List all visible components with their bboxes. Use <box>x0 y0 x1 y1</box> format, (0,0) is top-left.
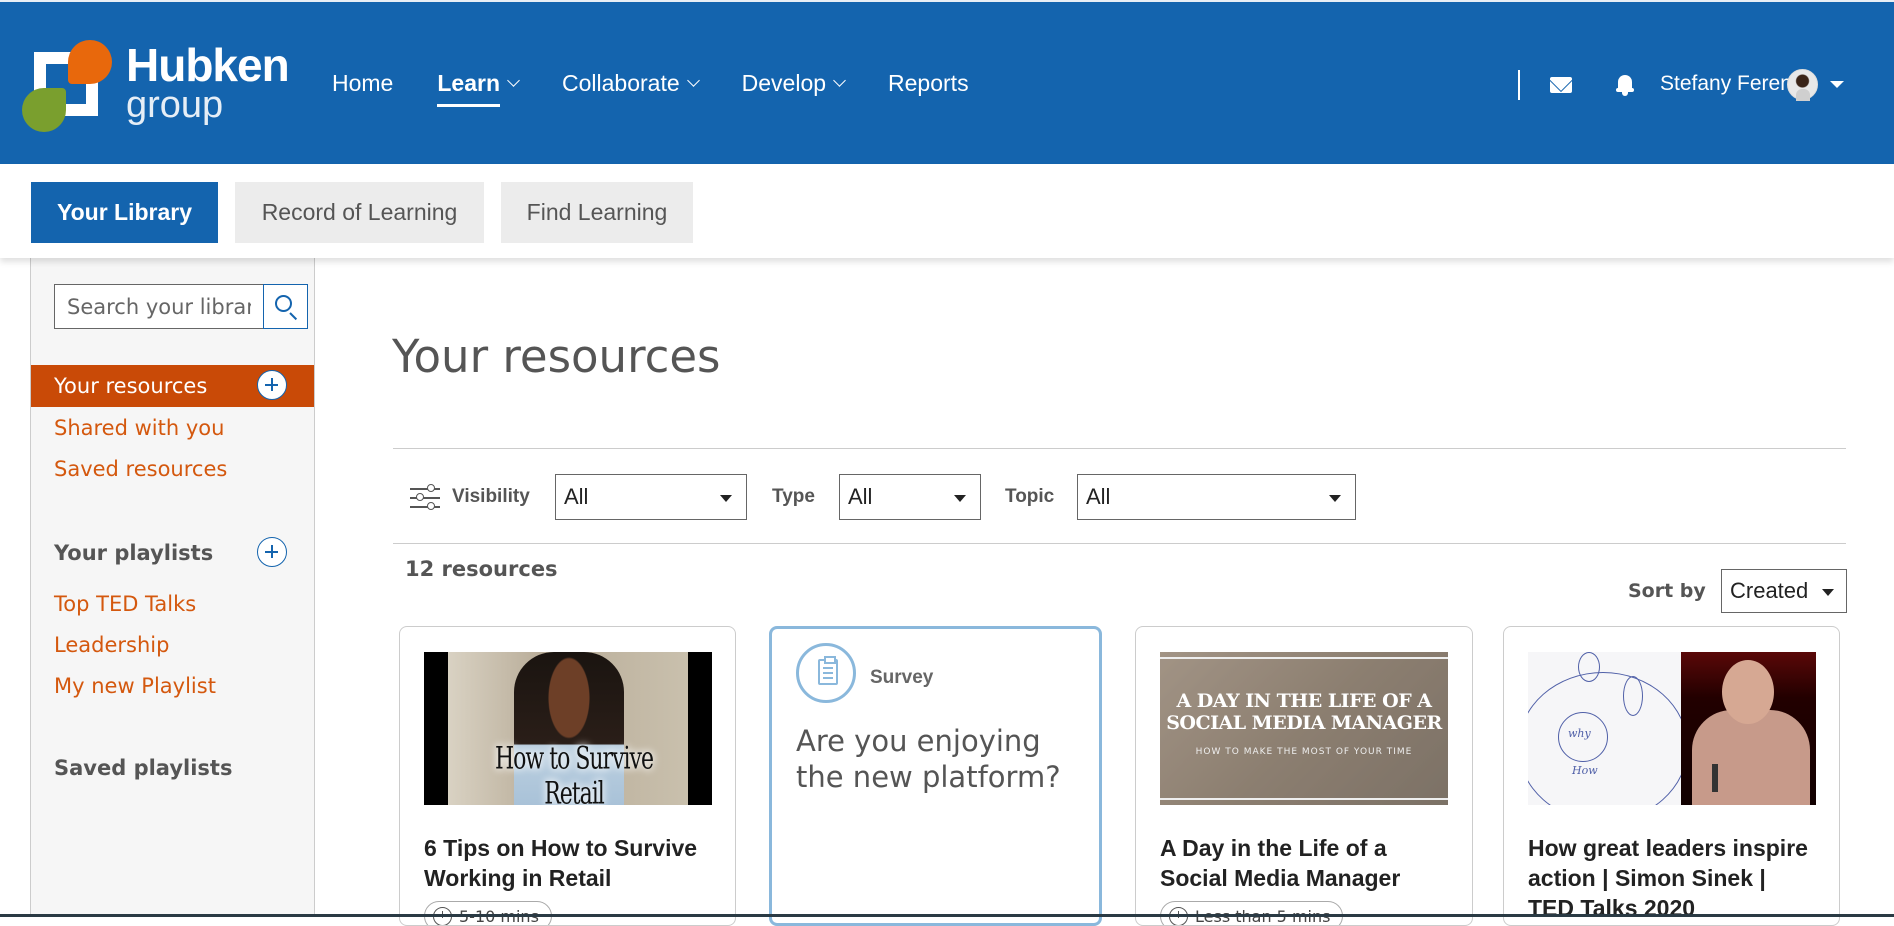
resource-count: 12 resources <box>405 557 558 581</box>
nav-home[interactable]: Home <box>332 70 393 97</box>
resource-title[interactable]: 6 Tips on How to Survive Working in Reta… <box>424 833 714 893</box>
library-sidebar: Your resources Shared with you Saved res… <box>30 258 315 917</box>
resource-card[interactable]: why How How great leaders inspire action… <box>1503 626 1840 926</box>
sidebar-item-label: Your resources <box>54 374 208 398</box>
tab-find-learning[interactable]: Find Learning <box>501 182 693 243</box>
user-menu-caret-icon[interactable] <box>1830 81 1844 88</box>
logo-orange-leaf <box>68 40 112 84</box>
clipboard-icon <box>796 643 856 703</box>
filter-sliders-icon <box>410 484 440 512</box>
sort-by-label: Sort by <box>1628 580 1706 602</box>
visibility-select[interactable]: All <box>555 474 747 520</box>
chevron-down-icon <box>833 74 846 87</box>
library-tabbar: Your Library Record of Learning Find Lea… <box>0 164 1894 258</box>
dropdown-arrow-icon <box>1329 495 1341 502</box>
topic-label: Topic <box>1005 486 1055 507</box>
type-value: All <box>848 484 873 509</box>
nav-reports[interactable]: Reports <box>888 70 969 97</box>
thumbnail-caption: SOCIAL MEDIA MANAGER <box>1166 712 1442 734</box>
resource-thumbnail: A DAY IN THE LIFE OF A SOCIAL MEDIA MANA… <box>1160 652 1448 805</box>
chevron-down-icon <box>686 74 700 87</box>
nav-reports-label: Reports <box>888 70 969 96</box>
divider <box>393 543 1846 544</box>
nav-learn-label: Learn <box>437 70 500 96</box>
resource-thumbnail: How to Survive Retail <box>424 652 712 805</box>
add-resource-button[interactable] <box>257 370 287 400</box>
tab-your-library[interactable]: Your Library <box>31 182 218 243</box>
visibility-label: Visibility <box>452 486 530 507</box>
nav-home-label: Home <box>332 70 394 96</box>
mail-icon[interactable] <box>1550 77 1572 93</box>
header-user-area: Stefany Ferenz <box>1474 68 1894 108</box>
resource-title[interactable]: How great leaders inspire action | Simon… <box>1528 833 1818 923</box>
thumbnail-word: why <box>1568 727 1591 740</box>
sidebar-item-saved-resources[interactable]: Saved resources <box>54 457 227 481</box>
resource-card[interactable]: How to Survive Retail 6 Tips on How to S… <box>399 626 736 926</box>
sort-select[interactable]: Created <box>1721 569 1847 613</box>
search-button[interactable] <box>263 284 308 329</box>
avatar[interactable] <box>1787 69 1818 101</box>
divider <box>393 448 1846 449</box>
visibility-value: All <box>564 484 589 509</box>
nav-collaborate[interactable]: Collaborate <box>562 70 700 97</box>
your-playlists-heading: Your playlists <box>54 541 214 565</box>
top-header: Hubken group Home Learn Collaborate Deve… <box>0 0 1894 164</box>
logo-green-leaf <box>22 88 66 132</box>
dropdown-arrow-icon <box>1822 589 1834 596</box>
resource-title[interactable]: A Day in the Life of a Social Media Mana… <box>1160 833 1450 893</box>
nav-develop[interactable]: Develop <box>741 70 846 97</box>
thumbnail-caption: How to Survive Retail <box>494 742 654 805</box>
survey-card[interactable]: Survey Are you enjoying the new platform… <box>769 626 1102 926</box>
nav-learn[interactable]: Learn <box>437 70 520 97</box>
saved-playlists-heading: Saved playlists <box>54 756 233 780</box>
survey-type-label: Survey <box>870 667 934 688</box>
sidebar-playlist-leadership[interactable]: Leadership <box>54 633 169 657</box>
main-nav: Home Learn Collaborate Develop Reports <box>332 70 1013 97</box>
type-select[interactable]: All <box>839 474 981 520</box>
nav-develop-label: Develop <box>741 70 827 96</box>
tab-record-of-learning[interactable]: Record of Learning <box>235 182 484 243</box>
resource-card[interactable]: A DAY IN THE LIFE OF A SOCIAL MEDIA MANA… <box>1135 626 1473 926</box>
header-divider <box>1518 70 1520 100</box>
sidebar-playlist-my-new-playlist[interactable]: My new Playlist <box>54 674 216 698</box>
dropdown-arrow-icon <box>720 495 732 502</box>
thumbnail-word: How <box>1572 764 1598 777</box>
topic-value: All <box>1086 484 1111 509</box>
thumbnail-caption: A DAY IN THE LIFE OF A <box>1176 690 1432 712</box>
search-icon <box>275 295 292 312</box>
hubken-logo[interactable]: Hubken group <box>22 38 292 134</box>
sidebar-item-shared-with-you[interactable]: Shared with you <box>54 416 224 440</box>
bell-icon[interactable] <box>1616 73 1634 97</box>
logo-brand-text: Hubken <box>126 39 290 91</box>
topic-select[interactable]: All <box>1077 474 1356 520</box>
nav-collaborate-label: Collaborate <box>562 70 680 96</box>
resource-thumbnail: why How <box>1528 652 1816 805</box>
dropdown-arrow-icon <box>954 495 966 502</box>
logo-sub-text: group <box>126 84 224 126</box>
add-playlist-button[interactable] <box>257 537 287 567</box>
sidebar-playlist-top-ted-talks[interactable]: Top TED Talks <box>54 592 196 616</box>
page-title: Your resources <box>392 330 721 383</box>
chevron-down-icon <box>507 74 520 87</box>
sort-value: Created <box>1730 578 1809 603</box>
user-name[interactable]: Stefany Ferenz <box>1660 72 1802 96</box>
survey-question[interactable]: Are you enjoying the new platform? <box>796 723 1086 795</box>
search-input[interactable] <box>54 284 263 329</box>
thumbnail-subcaption: HOW TO MAKE THE MOST OF YOUR TIME <box>1195 747 1413 757</box>
type-label: Type <box>772 486 815 507</box>
library-search <box>54 284 308 329</box>
